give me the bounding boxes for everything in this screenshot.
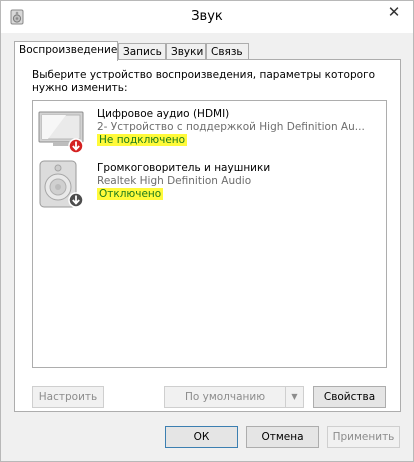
tab-sounds[interactable]: Звуки (166, 43, 206, 60)
device-name: Цифровое аудио (HDMI) (97, 108, 230, 120)
apply-button[interactable]: Применить (327, 426, 400, 448)
device-item-speakers[interactable]: Громкоговоритель и наушники Realtek High… (33, 157, 386, 211)
monitor-icon (38, 111, 84, 154)
speaker-icon (39, 160, 84, 208)
configure-button[interactable]: Настроить (32, 386, 104, 408)
device-subtitle: Realtek High Definition Audio (97, 175, 252, 187)
cancel-button[interactable]: Отмена (246, 426, 319, 448)
device-name: Громкоговоритель и наушники (97, 162, 271, 174)
tab-playback[interactable]: Воспроизведение (14, 41, 118, 61)
tab-communications[interactable]: Связь (206, 43, 249, 60)
chevron-down-icon[interactable]: ▼ (285, 387, 303, 407)
sound-dialog: Звук ✕ Воспроизведение Запись Звуки Связ… (0, 0, 414, 462)
panel-description: Выберите устройство воспроизведения, пар… (32, 69, 376, 94)
close-icon: ✕ (387, 3, 401, 21)
device-status: Отключено (97, 188, 164, 200)
tab-recording[interactable]: Запись (118, 43, 166, 60)
device-list[interactable]: Цифровое аудио (HDMI) 2- Устройство с по… (32, 100, 387, 368)
device-status: Не подключено (97, 134, 188, 146)
device-item-hdmi[interactable]: Цифровое аудио (HDMI) 2- Устройство с по… (33, 103, 386, 157)
ok-button[interactable]: ОК (165, 426, 238, 448)
playback-panel: Выберите устройство воспроизведения, пар… (14, 59, 401, 412)
window-title: Звук (191, 9, 223, 24)
device-subtitle: 2- Устройство с поддержкой High Definiti… (97, 121, 365, 133)
close-button[interactable]: ✕ (379, 2, 409, 22)
set-default-label: По умолчанию (184, 391, 266, 403)
set-default-button[interactable]: По умолчанию ▼ (164, 386, 304, 408)
properties-button[interactable]: Свойства (313, 386, 386, 408)
title-bar[interactable]: Звук ✕ (1, 1, 413, 33)
